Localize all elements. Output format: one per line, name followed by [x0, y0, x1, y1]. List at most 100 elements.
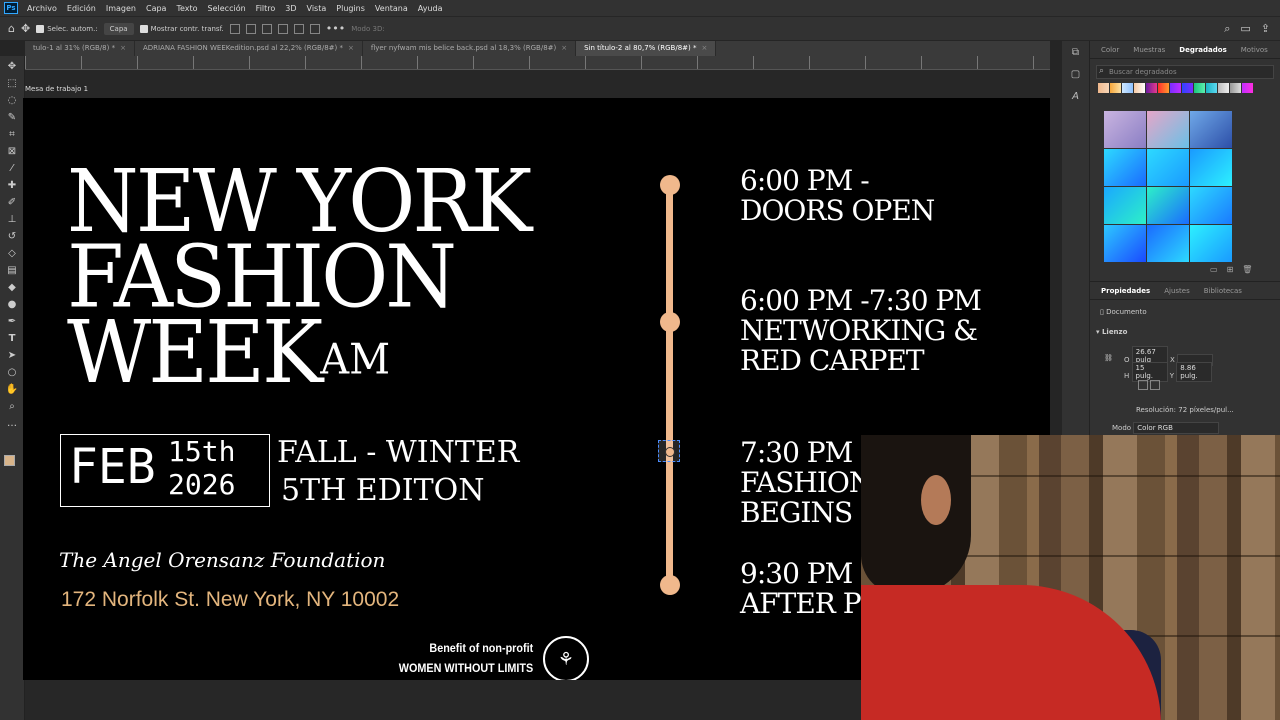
align-bottom-icon[interactable] — [261, 23, 272, 34]
benefit-text[interactable]: Benefit of non-profit WOMEN WITHOUT LIMI… — [397, 638, 533, 678]
menu-capa[interactable]: Capa — [141, 4, 171, 13]
gradient-swatch[interactable] — [1147, 225, 1189, 262]
hand-tool-icon[interactable]: ✋ — [5, 383, 19, 396]
home-icon[interactable]: ⌂ — [8, 22, 15, 35]
timeline-dot[interactable] — [660, 575, 680, 595]
recent-gradient-swatch[interactable] — [1134, 83, 1145, 93]
brush-tool-icon[interactable]: ✐ — [5, 196, 19, 209]
close-icon[interactable]: × — [348, 44, 354, 52]
tab-patterns[interactable]: Motivos — [1234, 46, 1275, 54]
zoom-tool-icon[interactable]: ⌕ — [5, 400, 19, 413]
menu-filtro[interactable]: Filtro — [251, 4, 281, 13]
path-select-icon[interactable]: ➤ — [5, 349, 19, 362]
y-field[interactable]: 8.86 pulg. — [1176, 362, 1213, 382]
date-box[interactable]: FEB 15th 2026 — [60, 434, 270, 507]
type-tool-icon[interactable]: T — [5, 332, 19, 345]
eraser-icon[interactable]: ◇ — [5, 247, 19, 260]
menu-seleccion[interactable]: Selección — [203, 4, 251, 13]
address-text[interactable]: 172 Norfolk St. New York, NY 10002 — [61, 588, 399, 612]
menu-edicion[interactable]: Edición — [62, 4, 101, 13]
marquee-tool-icon[interactable]: ⬚ — [5, 77, 19, 90]
transform-handle[interactable] — [658, 440, 680, 462]
align-right-icon[interactable] — [309, 23, 320, 34]
gradient-swatch[interactable] — [1190, 225, 1232, 262]
tab-adjustments[interactable]: Ajustes — [1157, 287, 1197, 295]
align-center-icon[interactable] — [293, 23, 304, 34]
comments-icon[interactable]: ▢ — [1069, 69, 1083, 81]
search-icon[interactable]: ⌕ — [1224, 22, 1230, 36]
recent-gradient-swatch[interactable] — [1110, 83, 1121, 93]
eyedropper-icon[interactable]: ⁄ — [5, 162, 19, 175]
gradient-swatch[interactable] — [1147, 149, 1189, 186]
menu-3d[interactable]: 3D — [280, 4, 301, 13]
crop-tool-icon[interactable]: ⌗ — [5, 128, 19, 141]
move-tool-icon[interactable]: ✥ — [5, 60, 19, 73]
mode-dropdown[interactable]: Color RGB — [1133, 422, 1220, 434]
menu-ventana[interactable]: Ventana — [370, 4, 413, 13]
doc-tab[interactable]: ADRIANA FASHION WEEKedition.psd al 22,2%… — [135, 41, 363, 56]
venue-text[interactable]: The Angel Orensanz Foundation — [59, 548, 385, 572]
gradient-swatch[interactable] — [1104, 149, 1146, 186]
lasso-tool-icon[interactable]: ◌ — [5, 94, 19, 107]
gradient-swatch[interactable] — [1147, 111, 1189, 148]
recent-gradient-swatch[interactable] — [1122, 83, 1133, 93]
tab-libraries[interactable]: Bibliotecas — [1197, 287, 1249, 295]
menu-imagen[interactable]: Imagen — [101, 4, 141, 13]
photoshop-logo[interactable]: Ps — [4, 2, 18, 14]
landscape-icon[interactable] — [1150, 380, 1161, 390]
doc-tab[interactable]: tulo-1 al 31% (RGB/8) * × — [25, 41, 135, 56]
horizontal-ruler[interactable] — [25, 56, 1050, 70]
foreground-color-swatch[interactable] — [4, 455, 15, 466]
healing-brush-icon[interactable]: ✚ — [5, 179, 19, 192]
timeline-line[interactable] — [666, 185, 673, 585]
gradient-swatch[interactable] — [1190, 111, 1232, 148]
menu-vista[interactable]: Vista — [302, 4, 332, 13]
quick-select-icon[interactable]: ✎ — [5, 111, 19, 124]
blur-tool-icon[interactable]: ◆ — [5, 281, 19, 294]
recent-gradient-swatch[interactable] — [1170, 83, 1181, 93]
auto-select-checkbox[interactable]: Selec. autom.: — [36, 24, 98, 33]
gradient-swatch[interactable] — [1104, 187, 1146, 224]
recent-gradient-swatch[interactable] — [1218, 83, 1229, 93]
tab-properties[interactable]: Propiedades — [1094, 287, 1157, 295]
close-icon[interactable]: × — [701, 44, 707, 52]
recent-gradient-swatch[interactable] — [1158, 83, 1169, 93]
recent-gradient-swatch[interactable] — [1098, 83, 1109, 93]
new-gradient-icon[interactable]: ⊞ — [1227, 265, 1234, 274]
move-tool-icon[interactable]: ✥ — [21, 22, 30, 35]
portrait-icon[interactable] — [1138, 380, 1148, 390]
close-icon[interactable]: × — [561, 44, 567, 52]
women-without-limits-logo[interactable]: ⚘ — [543, 636, 589, 680]
height-field[interactable]: 15 pulg. — [1131, 362, 1168, 382]
recent-gradient-swatch[interactable] — [1242, 83, 1253, 93]
align-top-icon[interactable] — [229, 23, 240, 34]
recent-gradient-swatch[interactable] — [1194, 83, 1205, 93]
schedule-item[interactable]: 7:30 PM - FASHION BEGINS — [740, 438, 873, 528]
gradient-swatch[interactable] — [1147, 187, 1189, 224]
history-icon[interactable]: ⧉ — [1069, 47, 1083, 59]
gradient-tool-icon[interactable]: ▤ — [5, 264, 19, 277]
shape-tool-icon[interactable]: ○ — [5, 366, 19, 379]
link-icon[interactable]: ⛓ — [1104, 354, 1113, 362]
auto-select-dropdown[interactable]: Capa — [103, 22, 134, 35]
gradient-swatch[interactable] — [1104, 225, 1146, 262]
flyer-title[interactable]: NEW YORK FASHION WEEKAM — [67, 159, 532, 396]
artboard-label[interactable]: Mesa de trabajo 1 — [25, 85, 88, 93]
canvas-section[interactable]: ▾ Lienzo — [1096, 328, 1127, 336]
tab-color[interactable]: Color — [1094, 46, 1126, 54]
dodge-tool-icon[interactable]: ● — [5, 298, 19, 311]
gradient-search-input[interactable]: Buscar degradados — [1096, 65, 1274, 79]
trash-icon[interactable]: 🗑 — [1242, 265, 1252, 274]
share-icon[interactable]: ⇪ — [1261, 22, 1270, 36]
doc-tab-active[interactable]: Sin título-2 al 80,7% (RGB/8#) * × — [576, 41, 717, 56]
close-icon[interactable]: × — [120, 44, 126, 52]
menu-ayuda[interactable]: Ayuda — [413, 4, 448, 13]
align-left-icon[interactable] — [277, 23, 288, 34]
show-transform-checkbox[interactable]: Mostrar contr. transf. — [139, 24, 224, 33]
more-options-icon[interactable]: ••• — [326, 22, 345, 35]
schedule-item[interactable]: 6:00 PM - DOORS OPEN — [740, 166, 935, 226]
pen-tool-icon[interactable]: ✒ — [5, 315, 19, 328]
season-text[interactable]: FALL - WINTER 5TH EDITON — [277, 434, 519, 510]
recent-gradient-swatch[interactable] — [1182, 83, 1193, 93]
recent-gradient-swatch[interactable] — [1206, 83, 1217, 93]
